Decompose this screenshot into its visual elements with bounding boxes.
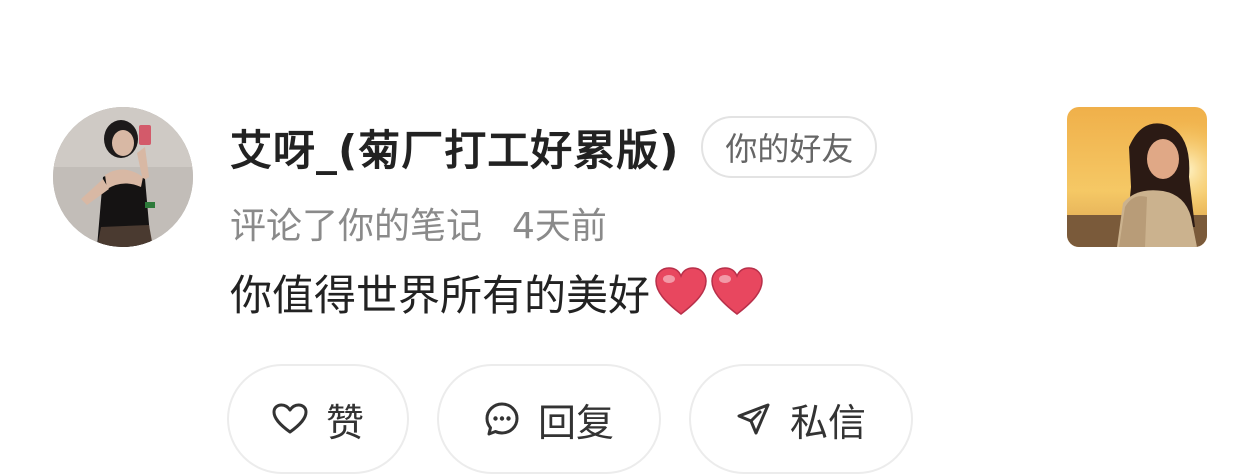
action-text: 评论了你的笔记 — [230, 206, 483, 247]
heart-emojis — [654, 267, 766, 317]
notification-meta: 评论了你的笔记 4天前 — [230, 198, 607, 248]
like-label: 赞 — [325, 400, 364, 445]
comment-text: 你值得世界所有的美好 — [230, 270, 651, 320]
username[interactable]: 艾呀_(菊厂打工好累版) — [230, 117, 679, 178]
action-buttons: 赞 回复 私信 — [227, 364, 941, 474]
direct-message-button[interactable]: 私信 — [689, 364, 913, 474]
reply-label: 回复 — [537, 400, 614, 445]
note-thumbnail[interactable] — [1067, 107, 1207, 247]
send-icon — [736, 401, 772, 437]
heart-outline-icon — [272, 403, 308, 435]
like-button[interactable]: 赞 — [227, 364, 409, 474]
user-avatar[interactable] — [53, 107, 193, 247]
reply-button[interactable]: 回复 — [437, 364, 661, 474]
red-heart-emoji — [655, 267, 707, 315]
username-row: 艾呀_(菊厂打工好累版) 你的好友 — [230, 112, 878, 182]
note-thumbnail-image — [1067, 107, 1207, 247]
friend-badge: 你的好友 — [701, 116, 878, 178]
comment-notification-card[interactable]: 艾呀_(菊厂打工好累版) 你的好友 评论了你的笔记 4天前 你值得世界所有的美好 — [0, 0, 1260, 475]
avatar-image — [53, 107, 193, 247]
red-heart-emoji — [711, 267, 763, 315]
dm-label: 私信 — [789, 400, 866, 445]
timestamp: 4天前 — [512, 206, 607, 247]
chat-bubble-icon — [484, 401, 520, 437]
comment-text-row[interactable]: 你值得世界所有的美好 — [230, 262, 766, 322]
